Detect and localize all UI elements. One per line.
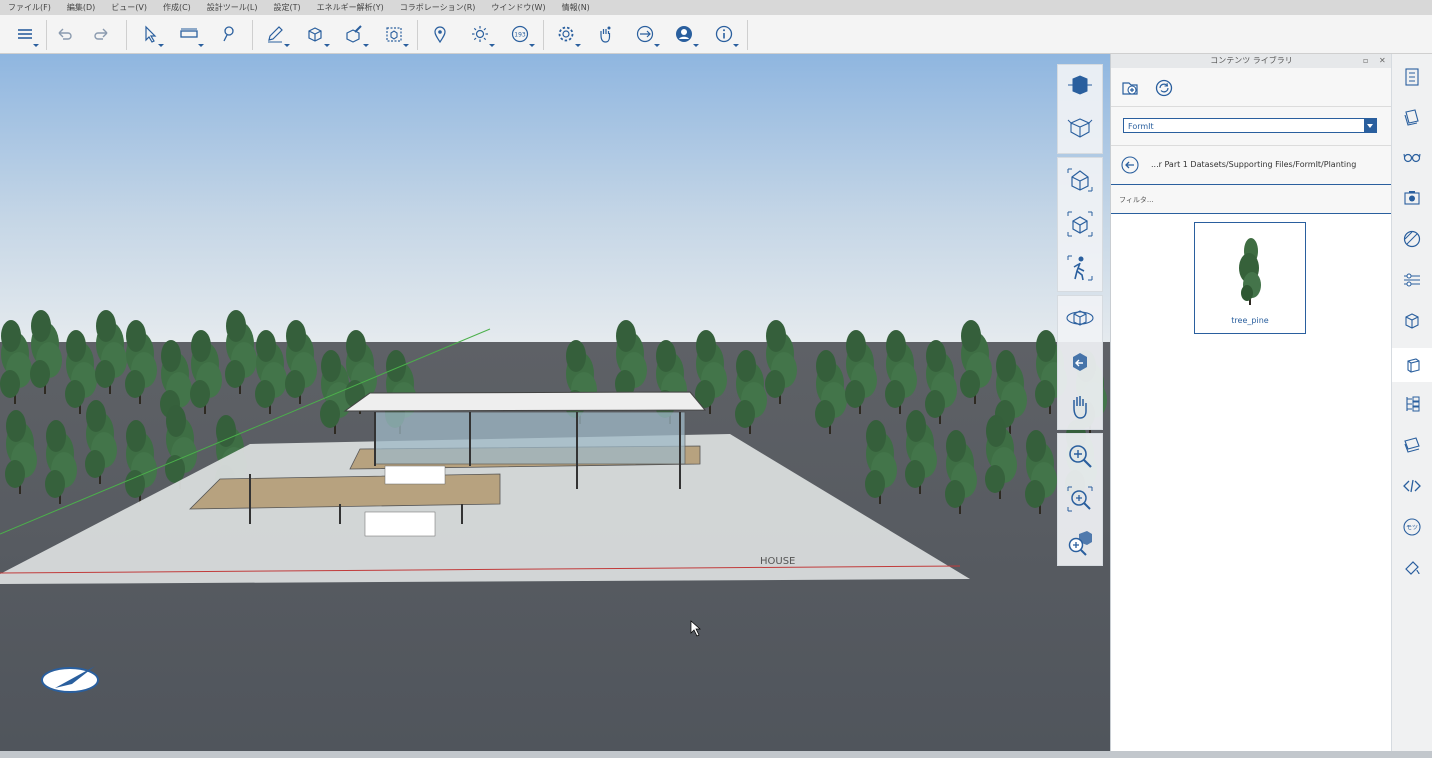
- view-cube-front-icon[interactable]: [1064, 69, 1096, 101]
- orbit-icon[interactable]: [1064, 302, 1096, 334]
- layers-menu-icon[interactable]: [14, 23, 36, 45]
- content-library-panel: コンテンツ ライブラリ ▫ ✕ FormIt ...r Part 1 Datas…: [1110, 54, 1392, 751]
- zoom-in-icon[interactable]: [1064, 440, 1096, 472]
- panel-title-bar: コンテンツ ライブラリ ▫ ✕: [1111, 54, 1392, 68]
- menu-edit[interactable]: 編集(D): [59, 2, 103, 13]
- zoom-extents-icon[interactable]: [1064, 526, 1096, 558]
- menu-view[interactable]: ビュー(V): [103, 2, 155, 13]
- home-view-icon[interactable]: [1064, 164, 1096, 196]
- panel-close-icon[interactable]: ✕: [1379, 54, 1386, 68]
- modify-icon[interactable]: [343, 23, 365, 45]
- scenes-stack-icon[interactable]: [1401, 434, 1423, 456]
- menu-collaboration[interactable]: コラボレーション(R): [392, 2, 484, 13]
- content-item-label: tree_pine: [1231, 316, 1269, 325]
- layers-stack-icon[interactable]: [1401, 106, 1423, 128]
- add-content-icon[interactable]: [1119, 77, 1141, 99]
- house-glass: [374, 411, 686, 465]
- filter-field[interactable]: フィルタ...: [1111, 185, 1392, 214]
- layers-tree-icon[interactable]: [1401, 393, 1423, 415]
- folder-path: ...r Part 1 Datasets/Supporting Files/Fo…: [1151, 160, 1357, 169]
- tree-pine-thumbnail: [1239, 238, 1261, 305]
- undo-icon[interactable]: [53, 23, 75, 45]
- menu-settings[interactable]: 設定(T): [266, 2, 309, 13]
- main-toolbar: 193: [0, 15, 1432, 54]
- source-dropdown[interactable]: FormIt: [1123, 118, 1377, 133]
- share-icon[interactable]: [634, 23, 656, 45]
- right-panel-rail: モツ: [1391, 54, 1432, 751]
- primitives-cube-icon[interactable]: [304, 23, 326, 45]
- account-icon[interactable]: [673, 23, 695, 45]
- hand-grab-icon[interactable]: [594, 23, 616, 45]
- zoom-tools-group: [1057, 433, 1103, 566]
- menu-create[interactable]: 作成(C): [155, 2, 199, 13]
- select-icon[interactable]: [139, 23, 161, 45]
- location-pin-icon[interactable]: [429, 23, 451, 45]
- content-item-tree-pine[interactable]: tree_pine: [1194, 222, 1306, 334]
- status-bar: [0, 751, 1432, 758]
- visual-styles-glasses-icon[interactable]: [1401, 146, 1423, 168]
- source-selector-row: FormIt: [1111, 107, 1392, 146]
- group-icon[interactable]: [383, 23, 405, 45]
- menu-file[interactable]: ファイル(F): [0, 2, 59, 13]
- compass-193-icon[interactable]: 193: [509, 23, 531, 45]
- sketch-pencil-icon[interactable]: [264, 23, 286, 45]
- code-icon[interactable]: [1401, 475, 1423, 497]
- sun-icon[interactable]: [469, 23, 491, 45]
- materials-icon[interactable]: [1401, 228, 1423, 250]
- compass-value: 193: [514, 32, 526, 39]
- look-around-icon[interactable]: [1064, 346, 1096, 378]
- paint-icon[interactable]: [1401, 557, 1423, 579]
- scene-canvas: HOUSE: [0, 54, 1110, 751]
- folder-path-row: ...r Part 1 Datasets/Supporting Files/Fo…: [1111, 146, 1392, 185]
- filter-placeholder: フィルタ...: [1119, 196, 1154, 204]
- tape-icon[interactable]: [217, 23, 239, 45]
- house-roof: [343, 391, 707, 412]
- zoom-window-icon[interactable]: [1064, 483, 1096, 515]
- properties-icon[interactable]: [1401, 66, 1423, 88]
- redo-icon[interactable]: [91, 23, 113, 45]
- refresh-icon[interactable]: [1153, 77, 1175, 99]
- panel-title: コンテンツ ライブラリ: [1210, 56, 1293, 65]
- settings-gear-icon[interactable]: [555, 23, 577, 45]
- panel-toolbar: [1111, 68, 1392, 107]
- view-cube-wire-icon[interactable]: [1064, 111, 1096, 143]
- info-icon[interactable]: [713, 23, 735, 45]
- scenes-camera-icon[interactable]: [1401, 187, 1423, 209]
- walk-figure-icon[interactable]: [1064, 252, 1096, 284]
- measure-icon[interactable]: [178, 23, 200, 45]
- back-folder-icon[interactable]: [1119, 154, 1141, 176]
- moments-label: モツ: [1406, 525, 1418, 532]
- view-tools-group: [1057, 157, 1103, 292]
- menu-window[interactable]: ウインドウ(W): [483, 2, 553, 13]
- menu-info[interactable]: 情報(N): [554, 2, 598, 13]
- content-library-icon[interactable]: [1392, 348, 1432, 382]
- panel-float-icon[interactable]: ▫: [1363, 54, 1368, 68]
- pan-hand-icon[interactable]: [1064, 390, 1096, 422]
- levels-icon[interactable]: [1401, 269, 1423, 291]
- groups-icon[interactable]: [1401, 310, 1423, 332]
- view-cube-group: [1057, 64, 1103, 154]
- moments-icon[interactable]: モツ: [1401, 516, 1423, 538]
- menu-design-tools[interactable]: 設計ツール(L): [199, 2, 266, 13]
- 3d-viewport[interactable]: HOUSE: [0, 54, 1110, 751]
- menu-energy-analysis[interactable]: エネルギー解析(Y): [309, 2, 392, 13]
- chevron-down-icon: [1364, 119, 1376, 132]
- lower-terrace: [189, 473, 501, 510]
- fit-view-icon[interactable]: [1064, 208, 1096, 240]
- menu-bar: ファイル(F) 編集(D) ビュー(V) 作成(C) 設計ツール(L) 設定(T…: [0, 0, 1432, 16]
- source-dropdown-value: FormIt: [1128, 122, 1154, 131]
- orbit-tools-group: [1057, 295, 1103, 430]
- svg-text:HOUSE: HOUSE: [760, 556, 795, 567]
